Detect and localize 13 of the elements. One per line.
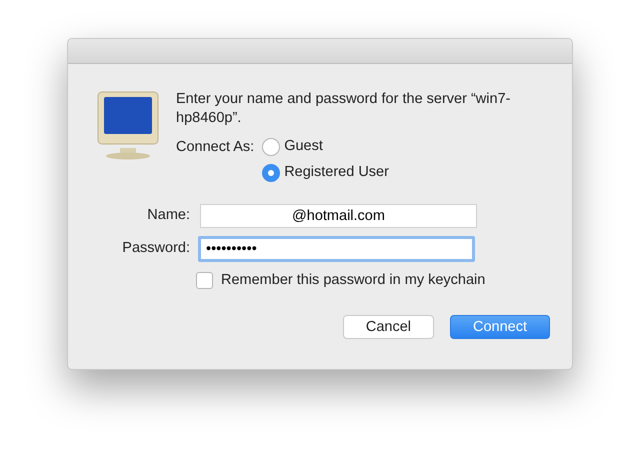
field-label: Name: bbox=[146, 206, 190, 225]
radio-button[interactable] bbox=[262, 138, 280, 156]
field-label: Password: bbox=[121, 238, 190, 258]
radio-button[interactable] bbox=[262, 164, 280, 182]
server-prompt-message: Enter your name and password for the server “win7-hp8460p”. bbox=[176, 90, 512, 128]
connect-as-label: Connect As: bbox=[176, 138, 254, 157]
cancel-button[interactable]: Cancel bbox=[342, 315, 434, 340]
input-field[interactable]: •••••••••• bbox=[198, 236, 475, 262]
checkbox[interactable] bbox=[196, 272, 213, 289]
input-field[interactable]: @hotmail.com bbox=[200, 204, 477, 228]
radio-label[interactable]: Guest bbox=[284, 136, 323, 158]
radio-label[interactable]: Registered User bbox=[284, 162, 389, 184]
checkbox-label[interactable]: Remember this password in my keychain bbox=[221, 270, 486, 292]
